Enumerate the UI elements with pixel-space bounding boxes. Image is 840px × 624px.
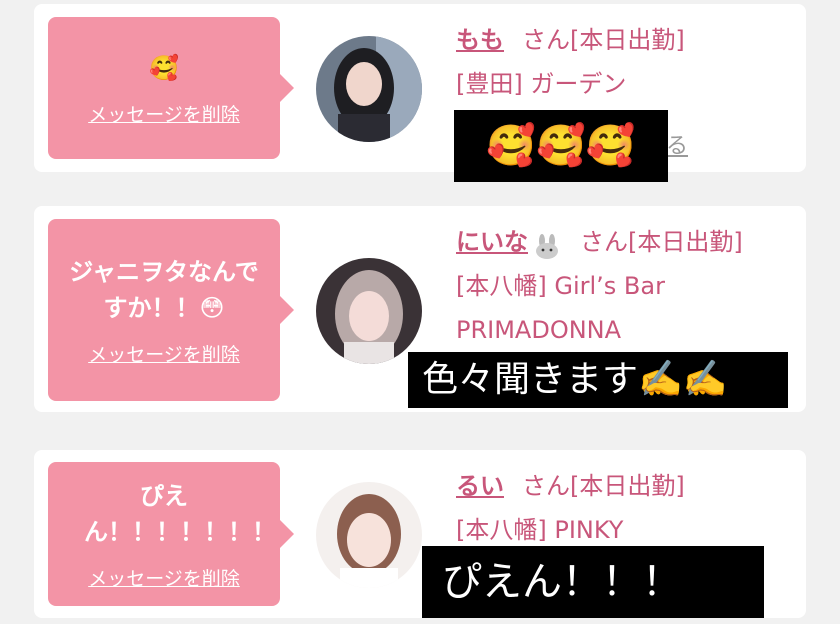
message-card: ジャニヲタなんですか！！😳 メッセージを削除 にいな さん[本日出勤] [本八幡]… (34, 206, 806, 412)
caption-overlay: ぴえん！！！ (422, 546, 764, 618)
attendance-status: さん[本日出勤] (522, 472, 685, 500)
shop-name: PRIMADONNA (456, 316, 622, 344)
caption-overlay: 🥰🥰🥰 (454, 110, 668, 182)
attendance-status: さん[本日出勤] (580, 228, 743, 256)
message-card: ぴえん！！！！！！！ メッセージを削除 るい さん[本日出勤] [本八幡] PIN… (34, 450, 806, 618)
message-bubble: ジャニヲタなんですか！！😳 メッセージを削除 (48, 219, 294, 401)
message-text: ぴえん！！！！！！！ (84, 481, 276, 546)
message-bubble: ぴえん！！！！！！！ メッセージを削除 (48, 462, 294, 606)
cast-info: るい さん[本日出勤] [本八幡] PINKY (456, 464, 685, 552)
avatar[interactable] (316, 482, 422, 588)
message-card: 🥰 メッセージを削除 もも さん[本日出勤] [豊田] ガーデン る 🥰🥰🥰 (34, 4, 806, 182)
delete-message-link[interactable]: メッセージを削除 (88, 100, 240, 127)
message-text: 🥰 (149, 53, 179, 82)
partial-link[interactable]: る (666, 128, 688, 160)
message-bubble: 🥰 メッセージを削除 (48, 17, 294, 159)
avatar[interactable] (316, 36, 422, 142)
message-text: ジャニヲタなんですか！！😳 (69, 257, 259, 322)
cast-name-link[interactable]: るい (456, 472, 504, 500)
rabbit-icon (532, 230, 562, 259)
delete-message-link[interactable]: メッセージを削除 (88, 340, 240, 367)
cast-info: にいな さん[本日出勤] [本八幡] Girl’s Bar PRIMADONNA (456, 220, 743, 352)
cast-info: もも さん[本日出勤] [豊田] ガーデン (456, 18, 685, 106)
shop-area: [豊田] ガーデン (456, 70, 627, 98)
avatar[interactable] (316, 258, 422, 364)
attendance-status: さん[本日出勤] (522, 26, 685, 54)
shop-area: [本八幡] Girl’s Bar (456, 272, 665, 300)
delete-message-link[interactable]: メッセージを削除 (88, 564, 240, 591)
cast-name-link[interactable]: にいな (456, 228, 528, 256)
caption-overlay: 色々聞きます✍️✍️ (408, 352, 788, 408)
cast-name-link[interactable]: もも (456, 26, 504, 54)
